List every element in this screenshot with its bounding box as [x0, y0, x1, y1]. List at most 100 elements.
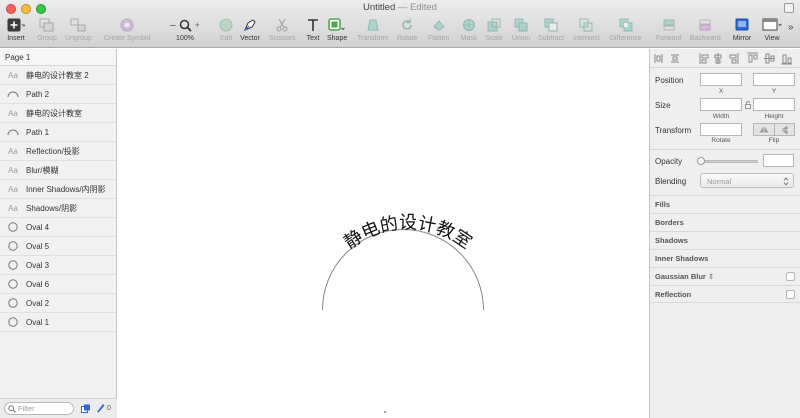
- layer-row[interactable]: Oval 6: [0, 275, 116, 294]
- symbol-icon: [117, 17, 137, 33]
- difference-button[interactable]: Difference: [610, 17, 642, 45]
- layer-row[interactable]: Aa 静电的设计教室 2: [0, 66, 116, 85]
- flatten-button[interactable]: Flatten: [428, 17, 449, 45]
- shape-button[interactable]: Shape: [327, 17, 347, 45]
- opacity-slider[interactable]: [697, 157, 758, 165]
- layer-row[interactable]: Oval 3: [0, 256, 116, 275]
- blending-select[interactable]: Normal: [700, 173, 794, 188]
- rotate-button[interactable]: Rotate: [397, 17, 418, 45]
- rotate-label: Rotate: [397, 35, 418, 42]
- layer-row[interactable]: Oval 4: [0, 218, 116, 237]
- inner-shadows-section[interactable]: Inner Shadows: [650, 249, 800, 267]
- inner-shadows-title: Inner Shadows: [655, 254, 709, 263]
- layer-row[interactable]: Oval 2: [0, 294, 116, 313]
- intersect-button[interactable]: Intersect: [573, 17, 600, 45]
- align-center-icon[interactable]: [714, 53, 722, 64]
- opacity-slider-knob[interactable]: [697, 157, 705, 165]
- shadows-section[interactable]: Shadows: [650, 231, 800, 249]
- layer-row[interactable]: Oval 5: [0, 237, 116, 256]
- gaussian-blur-checkbox[interactable]: [786, 272, 795, 281]
- text-tool-button[interactable]: Text: [303, 17, 323, 45]
- create-symbol-button[interactable]: Create Symbol: [104, 17, 150, 45]
- ungroup-button[interactable]: Ungroup: [65, 17, 92, 45]
- canvas[interactable]: 静电的设计教室: [118, 49, 649, 418]
- fullscreen-button[interactable]: [784, 3, 794, 13]
- fills-section[interactable]: Fills: [650, 195, 800, 213]
- zoom-control[interactable]: – + 100%: [164, 17, 206, 45]
- borders-section[interactable]: Borders: [650, 213, 800, 231]
- layer-row[interactable]: Aa Inner Shadows/内阴影: [0, 180, 116, 199]
- group-button[interactable]: Group: [37, 17, 57, 45]
- edit-button[interactable]: Edit: [216, 17, 236, 45]
- insert-button[interactable]: Insert: [6, 17, 26, 45]
- layer-row[interactable]: Path 1: [0, 123, 116, 142]
- layer-row[interactable]: Oval 1: [0, 313, 116, 332]
- transform-button[interactable]: Transform: [357, 17, 389, 45]
- align-top-icon[interactable]: [747, 52, 758, 63]
- distribute-vertical-icon[interactable]: [671, 54, 679, 63]
- plus-square-icon: [6, 17, 26, 33]
- text-t-icon: [303, 17, 323, 33]
- flatten-icon: [429, 17, 449, 33]
- rotate-field[interactable]: [700, 123, 742, 136]
- gaussian-blur-section[interactable]: Gaussian Blur ⇕: [650, 267, 800, 285]
- align-middle-icon[interactable]: [764, 53, 775, 64]
- reflection-checkbox[interactable]: [786, 290, 795, 299]
- opacity-label: Opacity: [655, 157, 683, 166]
- borders-title: Borders: [655, 218, 684, 227]
- flip-vertical-icon[interactable]: [775, 124, 795, 135]
- lock-icon[interactable]: [745, 101, 751, 111]
- ungroup-icon: [68, 17, 88, 33]
- mask-button[interactable]: Mask: [459, 17, 479, 45]
- filter-input[interactable]: [18, 404, 72, 413]
- window-toolbar: Untitled — Edited Insert Group Ungroup C…: [0, 0, 800, 48]
- width-field[interactable]: [700, 98, 742, 111]
- layer-row[interactable]: Aa Shadows/阴影: [0, 199, 116, 218]
- slice-export-toggle[interactable]: 0: [96, 403, 111, 413]
- copy-layers-icon[interactable]: [81, 404, 91, 416]
- curved-text-layer[interactable]: 静电的设计教室: [341, 213, 476, 254]
- y-field[interactable]: [753, 73, 795, 86]
- layer-name: Oval 4: [26, 222, 50, 232]
- height-field[interactable]: [753, 98, 795, 111]
- mirror-device-icon: [732, 17, 752, 33]
- align-bottom-icon[interactable]: [781, 54, 792, 65]
- scissors-button[interactable]: Scissors: [269, 17, 295, 45]
- create-symbol-label: Create Symbol: [104, 35, 151, 42]
- text-layer-icon: Aa: [8, 203, 18, 213]
- position-label: Position: [655, 76, 684, 85]
- layer-name: Oval 6: [26, 279, 50, 289]
- page-selector[interactable]: Page 1: [0, 49, 116, 66]
- backward-button[interactable]: Backward: [690, 17, 721, 45]
- transform-label: Transform: [357, 35, 389, 42]
- view-button[interactable]: View: [762, 17, 782, 45]
- reflection-section[interactable]: Reflection: [650, 285, 800, 303]
- mirror-button[interactable]: Mirror: [732, 17, 752, 45]
- distribute-horizontal-icon[interactable]: [654, 54, 663, 63]
- scale-button[interactable]: Scale: [484, 17, 504, 45]
- blur-type-arrows-icon[interactable]: ⇕: [708, 272, 714, 281]
- layer-row[interactable]: Path 2: [0, 85, 116, 104]
- view-label: View: [764, 35, 780, 42]
- opacity-field[interactable]: [763, 154, 794, 167]
- subtract-button[interactable]: Subtract: [538, 17, 564, 45]
- flip-horizontal-icon[interactable]: [754, 124, 775, 135]
- layer-row[interactable]: Aa Reflection/投影: [0, 142, 116, 161]
- align-right-icon[interactable]: [729, 53, 739, 64]
- layer-name: Oval 3: [26, 260, 50, 270]
- vector-button[interactable]: Vector: [240, 17, 260, 45]
- x-field[interactable]: [700, 73, 742, 86]
- zoom-in-button[interactable]: +: [195, 20, 200, 30]
- zoom-out-button[interactable]: –: [170, 20, 176, 31]
- union-icon: [511, 17, 531, 33]
- union-button[interactable]: Union: [511, 17, 531, 45]
- size-label: Size: [655, 101, 671, 110]
- toolbar-overflow-chevron[interactable]: »: [788, 22, 794, 33]
- layer-row[interactable]: Aa 静电的设计教室: [0, 104, 116, 123]
- forward-button[interactable]: Forward: [656, 17, 682, 45]
- path-layer-icon: [0, 128, 26, 136]
- layer-name: Reflection/投影: [26, 146, 80, 156]
- layer-row[interactable]: Aa Blur/模糊: [0, 161, 116, 180]
- filter-field[interactable]: [4, 402, 74, 415]
- align-left-icon[interactable]: [699, 53, 709, 64]
